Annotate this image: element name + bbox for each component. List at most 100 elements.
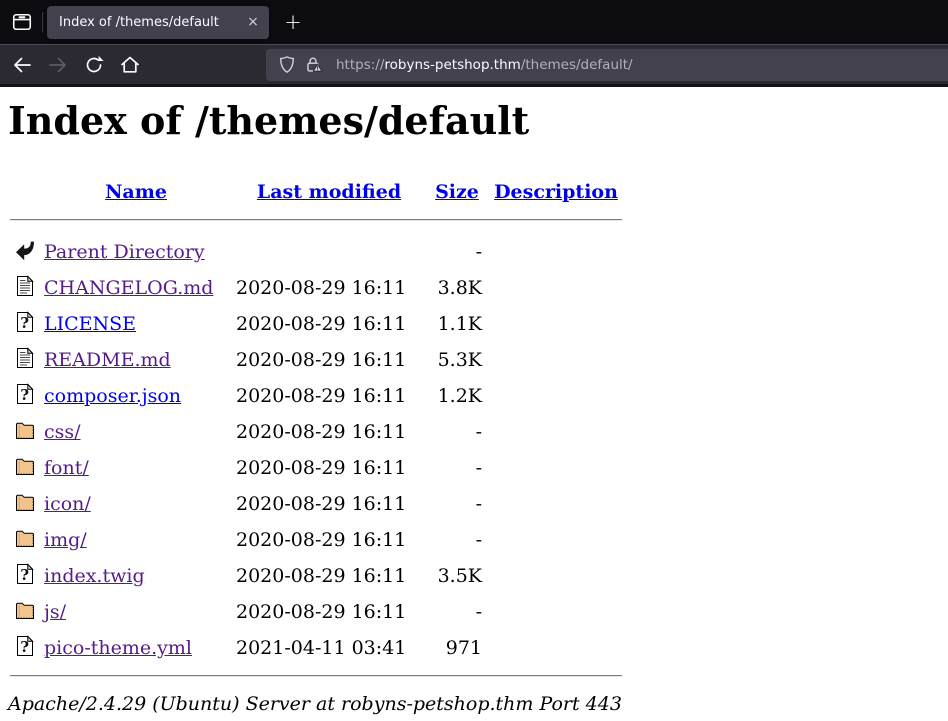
last-modified-cell: 2020-08-29 16:11 xyxy=(234,559,424,593)
size-cell: 1.2K xyxy=(426,379,488,413)
description-cell xyxy=(490,559,622,593)
size-cell: 971 xyxy=(426,631,488,665)
file-link[interactable]: Parent Directory xyxy=(44,241,205,263)
url-host: robyns-petshop.thm xyxy=(384,57,520,73)
file-link[interactable]: font/ xyxy=(44,457,89,479)
new-tab-button[interactable]: + xyxy=(279,8,307,36)
last-modified-cell: 2021-04-11 03:41 xyxy=(234,631,424,665)
firefox-view-icon xyxy=(10,10,34,34)
unknown-file-icon: ? xyxy=(15,563,35,585)
forward-arrow-icon xyxy=(46,53,70,77)
folder-icon xyxy=(15,491,35,513)
size-cell: - xyxy=(426,235,488,269)
file-link[interactable]: index.twig xyxy=(44,565,145,587)
last-modified-cell: 2020-08-29 16:11 xyxy=(234,595,424,629)
file-link[interactable]: js/ xyxy=(44,601,66,623)
insecure-lock-warning-icon[interactable] xyxy=(300,52,326,78)
size-cell: - xyxy=(426,523,488,557)
size-cell: - xyxy=(426,451,488,485)
server-signature: Apache/2.4.29 (Ubuntu) Server at robyns-… xyxy=(8,693,940,715)
description-cell xyxy=(490,631,622,665)
size-cell: 5.3K xyxy=(426,343,488,377)
firefox-view-button[interactable] xyxy=(6,6,38,38)
svg-text:?: ? xyxy=(20,638,29,656)
size-cell: - xyxy=(426,415,488,449)
last-modified-cell: 2020-08-29 16:11 xyxy=(234,415,424,449)
back-icon xyxy=(15,239,35,261)
table-row: CHANGELOG.md 2020-08-29 16:11 3.8K xyxy=(10,271,622,305)
file-link[interactable]: img/ xyxy=(44,529,87,551)
sort-by-last-modified-link[interactable]: Last modified xyxy=(257,181,401,203)
url-bar[interactable]: https://robyns-petshop.thm/themes/defaul… xyxy=(266,49,948,81)
directory-listing-page: Index of /themes/default Name Last modif… xyxy=(0,87,948,721)
size-cell: - xyxy=(426,595,488,629)
tab-close-icon[interactable]: × xyxy=(243,12,263,32)
last-modified-cell: 2020-08-29 16:11 xyxy=(234,379,424,413)
browser-tab[interactable]: Index of /themes/default × xyxy=(47,6,269,39)
unknown-file-icon: ? xyxy=(15,311,35,333)
tab-title: Index of /themes/default xyxy=(59,15,243,30)
file-link[interactable]: icon/ xyxy=(44,493,91,515)
last-modified-cell: 2020-08-29 16:11 xyxy=(234,343,424,377)
folder-icon xyxy=(15,527,35,549)
description-cell xyxy=(490,415,622,449)
file-link[interactable]: pico-theme.yml xyxy=(44,637,192,659)
tab-bar: Index of /themes/default × + xyxy=(0,0,948,44)
sort-by-description-link[interactable]: Description xyxy=(494,181,618,203)
file-link[interactable]: CHANGELOG.md xyxy=(44,277,213,299)
navigation-toolbar: https://robyns-petshop.thm/themes/defaul… xyxy=(0,44,948,87)
forward-button[interactable] xyxy=(42,49,74,81)
last-modified-cell: 2020-08-29 16:11 xyxy=(234,451,424,485)
text-file-icon xyxy=(15,275,35,297)
table-row: icon/ 2020-08-29 16:11 - xyxy=(10,487,622,521)
url-scheme: https:// xyxy=(336,57,384,73)
description-cell xyxy=(490,343,622,377)
table-row: img/ 2020-08-29 16:11 - xyxy=(10,523,622,557)
folder-icon xyxy=(15,599,35,621)
folder-icon xyxy=(15,419,35,441)
table-row: README.md 2020-08-29 16:11 5.3K xyxy=(10,343,622,377)
table-row: ? composer.json 2020-08-29 16:11 1.2K xyxy=(10,379,622,413)
size-cell: 3.5K xyxy=(426,559,488,593)
file-link[interactable]: README.md xyxy=(44,349,171,371)
description-cell xyxy=(490,451,622,485)
page-title: Index of /themes/default xyxy=(8,99,940,143)
tabbar-separator xyxy=(42,12,43,32)
table-row: ? LICENSE 2020-08-29 16:11 1.1K xyxy=(10,307,622,341)
description-cell xyxy=(490,379,622,413)
size-cell: 1.1K xyxy=(426,307,488,341)
top-divider xyxy=(10,219,622,221)
last-modified-cell xyxy=(234,235,424,269)
tracking-protection-shield-icon[interactable] xyxy=(274,52,300,78)
unknown-file-icon: ? xyxy=(15,635,35,657)
text-file-icon xyxy=(15,347,35,369)
url-path: /themes/default/ xyxy=(521,57,633,73)
home-button[interactable] xyxy=(114,49,146,81)
back-button[interactable] xyxy=(6,49,38,81)
description-cell xyxy=(490,271,622,305)
table-row: ? index.twig 2020-08-29 16:11 3.5K xyxy=(10,559,622,593)
file-link[interactable]: LICENSE xyxy=(44,313,136,335)
description-cell xyxy=(490,523,622,557)
size-cell: 3.8K xyxy=(426,271,488,305)
description-cell xyxy=(490,307,622,341)
reload-button[interactable] xyxy=(78,49,110,81)
listing-body: Parent Directory - CHANGELOG.md 2020-08-… xyxy=(10,235,622,665)
table-row: font/ 2020-08-29 16:11 - xyxy=(10,451,622,485)
table-row: css/ 2020-08-29 16:11 - xyxy=(10,415,622,449)
last-modified-cell: 2020-08-29 16:11 xyxy=(234,523,424,557)
file-link[interactable]: css/ xyxy=(44,421,81,443)
svg-text:?: ? xyxy=(20,386,29,404)
description-cell xyxy=(490,595,622,629)
last-modified-cell: 2020-08-29 16:11 xyxy=(234,271,424,305)
svg-text:?: ? xyxy=(20,314,29,332)
folder-icon xyxy=(15,455,35,477)
back-arrow-icon xyxy=(10,53,34,77)
table-row: ? pico-theme.yml 2021-04-11 03:41 971 xyxy=(10,631,622,665)
file-link[interactable]: composer.json xyxy=(44,385,181,407)
directory-listing-table: Name Last modified Size Description Pare… xyxy=(8,179,624,687)
sort-by-name-link[interactable]: Name xyxy=(105,181,167,203)
sort-by-size-link[interactable]: Size xyxy=(435,181,479,203)
reload-icon xyxy=(82,53,106,77)
last-modified-cell: 2020-08-29 16:11 xyxy=(234,307,424,341)
